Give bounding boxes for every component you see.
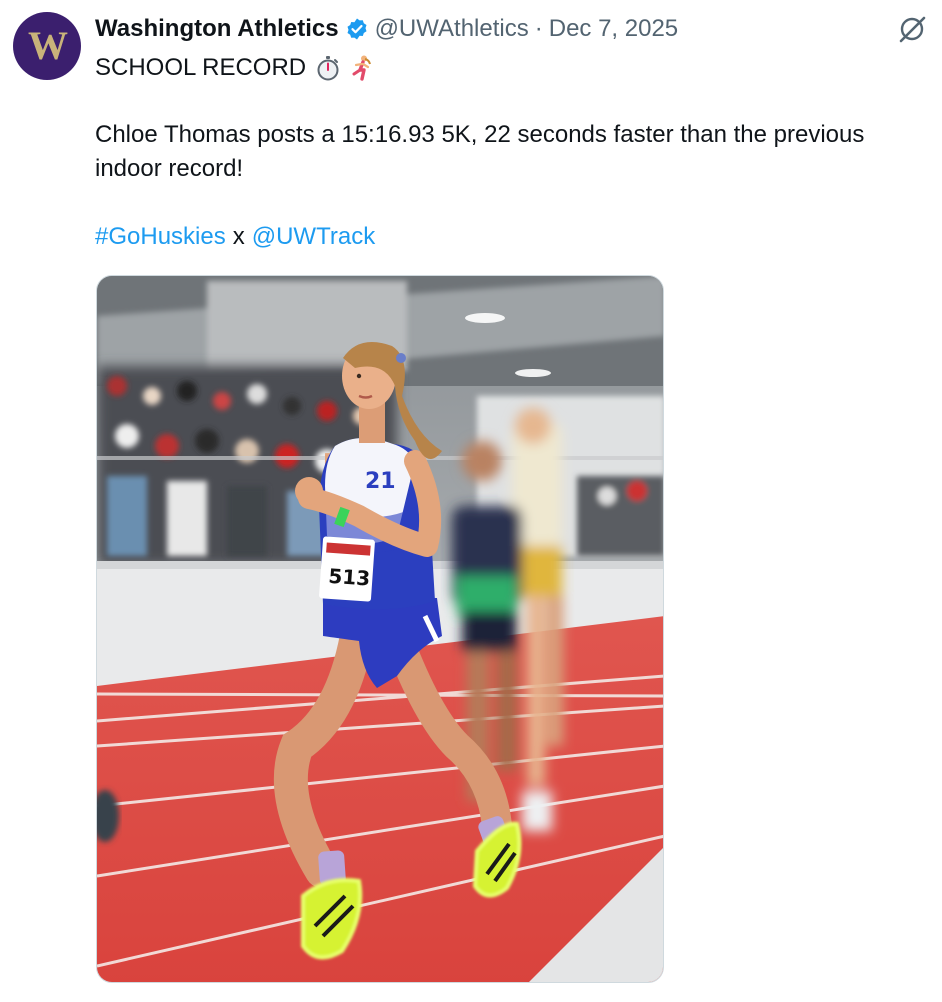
- grok-icon[interactable]: [897, 14, 927, 44]
- bib-number: 513: [328, 564, 371, 591]
- post-header: Washington Athletics @UWAthletics · Dec …: [95, 13, 678, 45]
- avatar-logo: W: [28, 23, 68, 68]
- avatar[interactable]: W: [13, 12, 81, 80]
- runner-photo: 21 513: [97, 276, 663, 982]
- post-date[interactable]: Dec 7, 2025: [549, 15, 678, 43]
- display-name[interactable]: Washington Athletics: [95, 15, 339, 43]
- conjunction-text: x: [232, 223, 245, 250]
- post-tags-row: #GoHuskies x @UWTrack: [95, 221, 375, 253]
- post-headline: SCHOOL RECORD: [95, 54, 307, 81]
- post-photo[interactable]: 21 513: [96, 275, 664, 983]
- stopwatch-icon: [317, 56, 339, 81]
- woman-running-icon: [352, 55, 372, 81]
- verified-badge-icon: [347, 18, 367, 40]
- post-headline-row: SCHOOL RECORD: [95, 52, 374, 84]
- handle[interactable]: @UWAthletics: [375, 15, 529, 43]
- separator-dot: ·: [534, 15, 543, 42]
- mention-link[interactable]: @UWTrack: [252, 223, 375, 251]
- hashtag-link[interactable]: #GoHuskies: [95, 223, 226, 251]
- post-body: Chloe Thomas posts a 15:16.93 5K, 22 sec…: [95, 121, 865, 182]
- jersey-number: 21: [365, 469, 396, 494]
